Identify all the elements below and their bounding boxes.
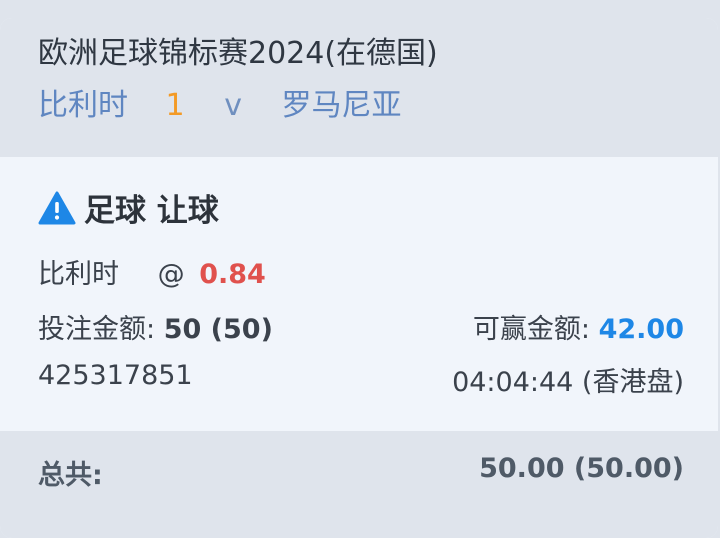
odds-value: 0.84 (199, 259, 266, 290)
reference-row: 425317851 04:04:44 (香港盘) (38, 360, 684, 399)
bet-ref-id: 425317851 (38, 360, 193, 391)
stake-label: 投注金额: (38, 314, 156, 345)
stake-value: 50 (50) (163, 314, 273, 345)
event-title: 欧洲足球锦标赛2024(在德国) (38, 36, 438, 71)
selection-team: 比利时 (38, 259, 119, 290)
stake-group: 投注金额: 50 (50) (38, 307, 273, 346)
bet-selection: 比利时 @ 0.84 (38, 252, 266, 291)
warning-triangle-icon (38, 191, 76, 224)
match-line: 比利时 1 v 罗马尼亚 (38, 80, 402, 124)
at-symbol: @ (157, 259, 185, 290)
home-team: 比利时 (38, 88, 128, 123)
win-group: 可赢金额: 42.00 (473, 307, 684, 346)
bet-type-label: 足球 让球 (84, 193, 219, 229)
stake-row: 投注金额: 50 (50) 可赢金额: 42.00 (38, 307, 684, 346)
total-row: 总共: 50.00 (50.00) (38, 453, 684, 492)
win-value: 42.00 (598, 314, 684, 345)
total-value: 50.00 (50.00) (479, 453, 684, 484)
away-team: 罗马尼亚 (281, 88, 402, 123)
bet-type: 足球 让球 (38, 185, 219, 230)
bet-time: 04:04:44 (香港盘) (452, 367, 684, 398)
total-label: 总共: (38, 460, 103, 491)
versus-label: v (224, 88, 242, 123)
match-score: 1 (165, 88, 185, 123)
win-label: 可赢金额: (472, 314, 590, 345)
